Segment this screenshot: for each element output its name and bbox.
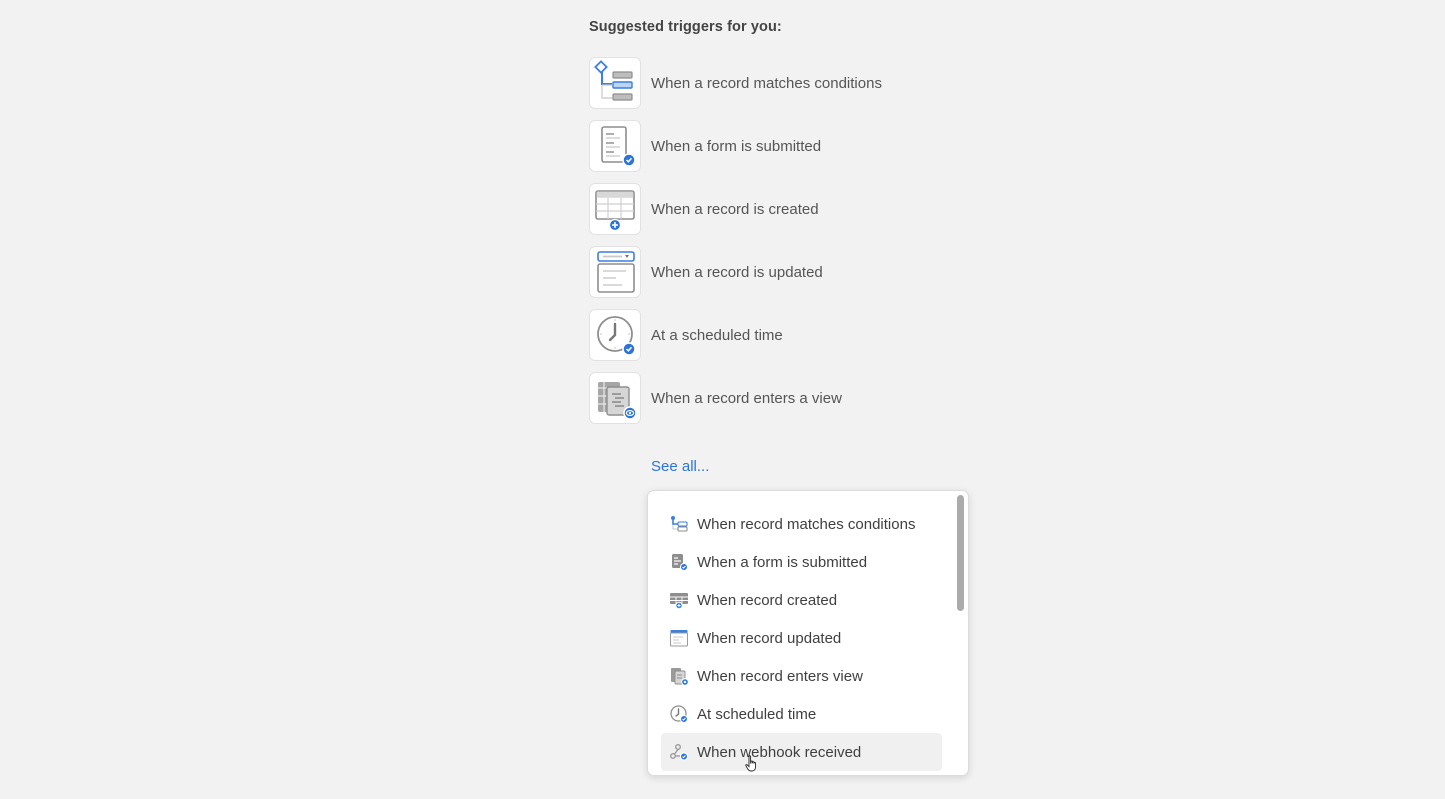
suggested-trigger-label: When a record matches conditions [651, 74, 882, 92]
dropdown-item-record-updated[interactable]: When record updated [661, 619, 942, 657]
dropdown-item-label: When a form is submitted [697, 553, 868, 571]
conditions-icon [589, 57, 641, 109]
dropdown-item-label: When record created [697, 591, 838, 609]
webhook-icon [669, 742, 689, 762]
scheduled-time-icon [589, 309, 641, 361]
suggested-trigger-label: At a scheduled time [651, 326, 783, 344]
record-created-icon [669, 590, 689, 610]
form-submitted-icon [669, 552, 689, 572]
suggested-trigger-record-updated[interactable]: When a record is updated [589, 246, 882, 298]
dropdown-scrollbar[interactable] [957, 495, 964, 611]
see-all-link[interactable]: See all... [651, 458, 709, 475]
scheduled-time-icon [669, 704, 689, 724]
record-updated-icon [669, 628, 689, 648]
suggested-trigger-label: When a form is submitted [651, 137, 822, 155]
suggested-trigger-label: When a record enters a view [651, 389, 842, 407]
suggested-triggers-heading: Suggested triggers for you: [589, 19, 782, 35]
dropdown-item-label: When record enters view [697, 667, 863, 685]
dropdown-item-record-created[interactable]: When record created [661, 581, 942, 619]
form-submitted-icon [589, 120, 641, 172]
conditions-icon [669, 514, 689, 534]
record-enters-view-icon [669, 666, 689, 686]
suggested-trigger-record-matches-conditions[interactable]: When a record matches conditions [589, 57, 882, 109]
record-enters-view-icon [589, 372, 641, 424]
dropdown-item-label: When record updated [697, 629, 842, 647]
suggested-trigger-label: When a record is created [651, 200, 819, 218]
dropdown-item-form-submitted[interactable]: When a form is submitted [661, 543, 942, 581]
dropdown-item-webhook-received[interactable]: When webhook received [661, 733, 942, 771]
dropdown-item-record-enters-view[interactable]: When record enters view [661, 657, 942, 695]
record-updated-icon [589, 246, 641, 298]
dropdown-item-scheduled-time[interactable]: At scheduled time [661, 695, 942, 733]
dropdown-item-label: At scheduled time [697, 705, 817, 723]
dropdown-item-label: When record matches conditions [697, 515, 916, 533]
suggested-trigger-scheduled-time[interactable]: At a scheduled time [589, 309, 882, 361]
trigger-dropdown-menu: When record matches conditions When a fo… [647, 490, 969, 776]
dropdown-item-label: When webhook received [697, 743, 862, 761]
suggested-trigger-record-enters-view[interactable]: When a record enters a view [589, 372, 882, 424]
suggested-trigger-record-created[interactable]: When a record is created [589, 183, 882, 235]
record-created-icon [589, 183, 641, 235]
suggested-triggers-list: When a record matches conditions When a … [589, 57, 882, 435]
suggested-trigger-form-submitted[interactable]: When a form is submitted [589, 120, 882, 172]
trigger-dropdown-list: When record matches conditions When a fo… [661, 505, 942, 771]
suggested-trigger-label: When a record is updated [651, 263, 823, 281]
dropdown-item-record-matches-conditions[interactable]: When record matches conditions [661, 505, 942, 543]
